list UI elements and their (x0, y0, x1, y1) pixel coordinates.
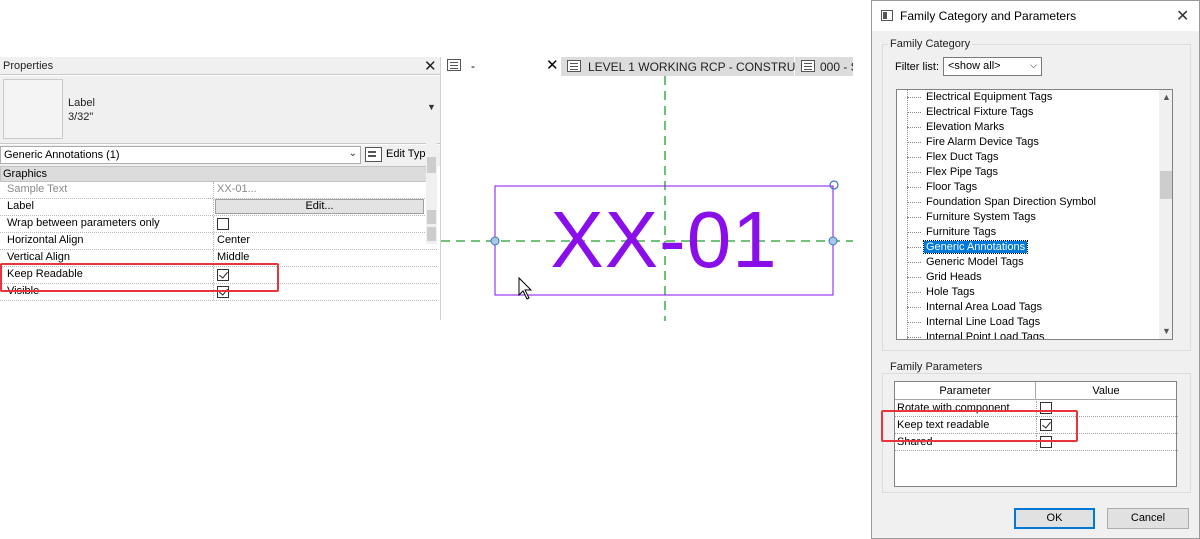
annotation-label-text[interactable]: XX-01 (495, 186, 833, 294)
category-scrollbar[interactable]: ▲ ▼ (1159, 90, 1172, 339)
instance-filter-dropdown[interactable]: Generic Annotations (1) ⌄ (0, 146, 361, 164)
filter-list-dropdown[interactable]: <show all> ⌵ (943, 57, 1042, 76)
property-name: Label (7, 200, 34, 212)
property-value: Middle (217, 251, 250, 263)
view-icon (801, 60, 815, 72)
type-selector[interactable]: Label 3/32" ▼ (0, 76, 441, 144)
type-name-line2: 3/32" (68, 111, 94, 123)
property-name: Horizontal Align (7, 234, 84, 246)
cancel-button[interactable]: Cancel (1107, 508, 1189, 529)
property-value: XX-01... (217, 183, 257, 195)
ok-button[interactable]: OK (1014, 508, 1095, 529)
chevron-down-icon[interactable]: ⌄ (349, 148, 357, 159)
edit-type-icon (365, 147, 382, 162)
close-icon[interactable]: ✕ (424, 57, 437, 75)
property-name: Wrap between parameters only (7, 217, 160, 229)
scroll-thumb[interactable] (1160, 171, 1172, 199)
scroll-up-icon[interactable]: ▲ (1162, 92, 1171, 102)
filter-list-value: <show all> (948, 60, 1001, 72)
property-row-horizontal-align[interactable]: Horizontal Align Center (0, 233, 437, 250)
instance-filter-value: Generic Annotations (1) (4, 149, 120, 161)
view-tab-next-label: 000 - S (820, 60, 853, 74)
property-row-label[interactable]: Label Edit... (0, 199, 437, 216)
column-header-parameter: Parameter (895, 382, 1036, 400)
property-row-wrap[interactable]: Wrap between parameters only (0, 216, 437, 233)
family-category-dialog: Family Category and Parameters ✕ Family … (871, 0, 1200, 539)
highlight-keep-text-readable (881, 410, 1078, 442)
instance-filter-row: Generic Annotations (1) ⌄ Edit Type (0, 145, 441, 166)
properties-scrollbar[interactable] (426, 127, 437, 244)
view-tab-active[interactable]: LEVEL 1 WORKING RCP - CONSTRU... (561, 57, 805, 76)
chevron-down-icon[interactable]: ⌵ (1030, 60, 1037, 71)
family-category-legend: Family Category (888, 38, 973, 50)
dialog-app-icon (881, 10, 893, 21)
view-tab-first-label[interactable]: - (471, 59, 475, 73)
wrap-checkbox[interactable] (217, 218, 229, 230)
view-tab-icon[interactable] (447, 59, 461, 71)
close-icon[interactable]: ✕ (546, 56, 559, 74)
dialog-title: Family Category and Parameters (900, 9, 1077, 23)
edit-type-label: Edit Type (386, 148, 432, 160)
scroll-down-icon[interactable]: ▼ (1162, 326, 1171, 336)
type-dropdown-arrow-icon[interactable]: ▼ (427, 102, 436, 112)
view-tab-next[interactable]: 000 - S (795, 57, 853, 76)
highlight-keep-readable (0, 263, 279, 292)
view-tab-active-label: LEVEL 1 WORKING RCP - CONSTRU... (588, 60, 806, 74)
type-name: Label 3/32" (68, 96, 95, 124)
category-tree: Electrical Equipment Tags Electrical Fix… (896, 89, 1173, 340)
dialog-title-bar: Family Category and Parameters ✕ (872, 1, 1199, 31)
type-name-line1: Label (68, 97, 95, 109)
property-row-sample-text[interactable]: Sample Text XX-01... (0, 182, 437, 199)
properties-title-bar: Properties ✕ (0, 57, 441, 75)
group-header-graphics[interactable]: Graphics ⌃ (0, 166, 437, 182)
property-value: Center (217, 234, 251, 246)
property-name: Sample Text (7, 183, 68, 195)
properties-title: Properties (3, 60, 54, 72)
filter-list-label: Filter list: (895, 61, 939, 73)
column-header-value: Value (1036, 382, 1176, 400)
type-preview-thumbnail (3, 79, 63, 139)
label-edit-button[interactable]: Edit... (215, 199, 424, 214)
view-icon (567, 60, 581, 72)
property-name: Vertical Align (7, 251, 70, 263)
family-parameters-legend: Family Parameters (888, 361, 985, 373)
group-header-label: Graphics (3, 168, 48, 180)
close-icon[interactable]: ✕ (1176, 6, 1189, 26)
